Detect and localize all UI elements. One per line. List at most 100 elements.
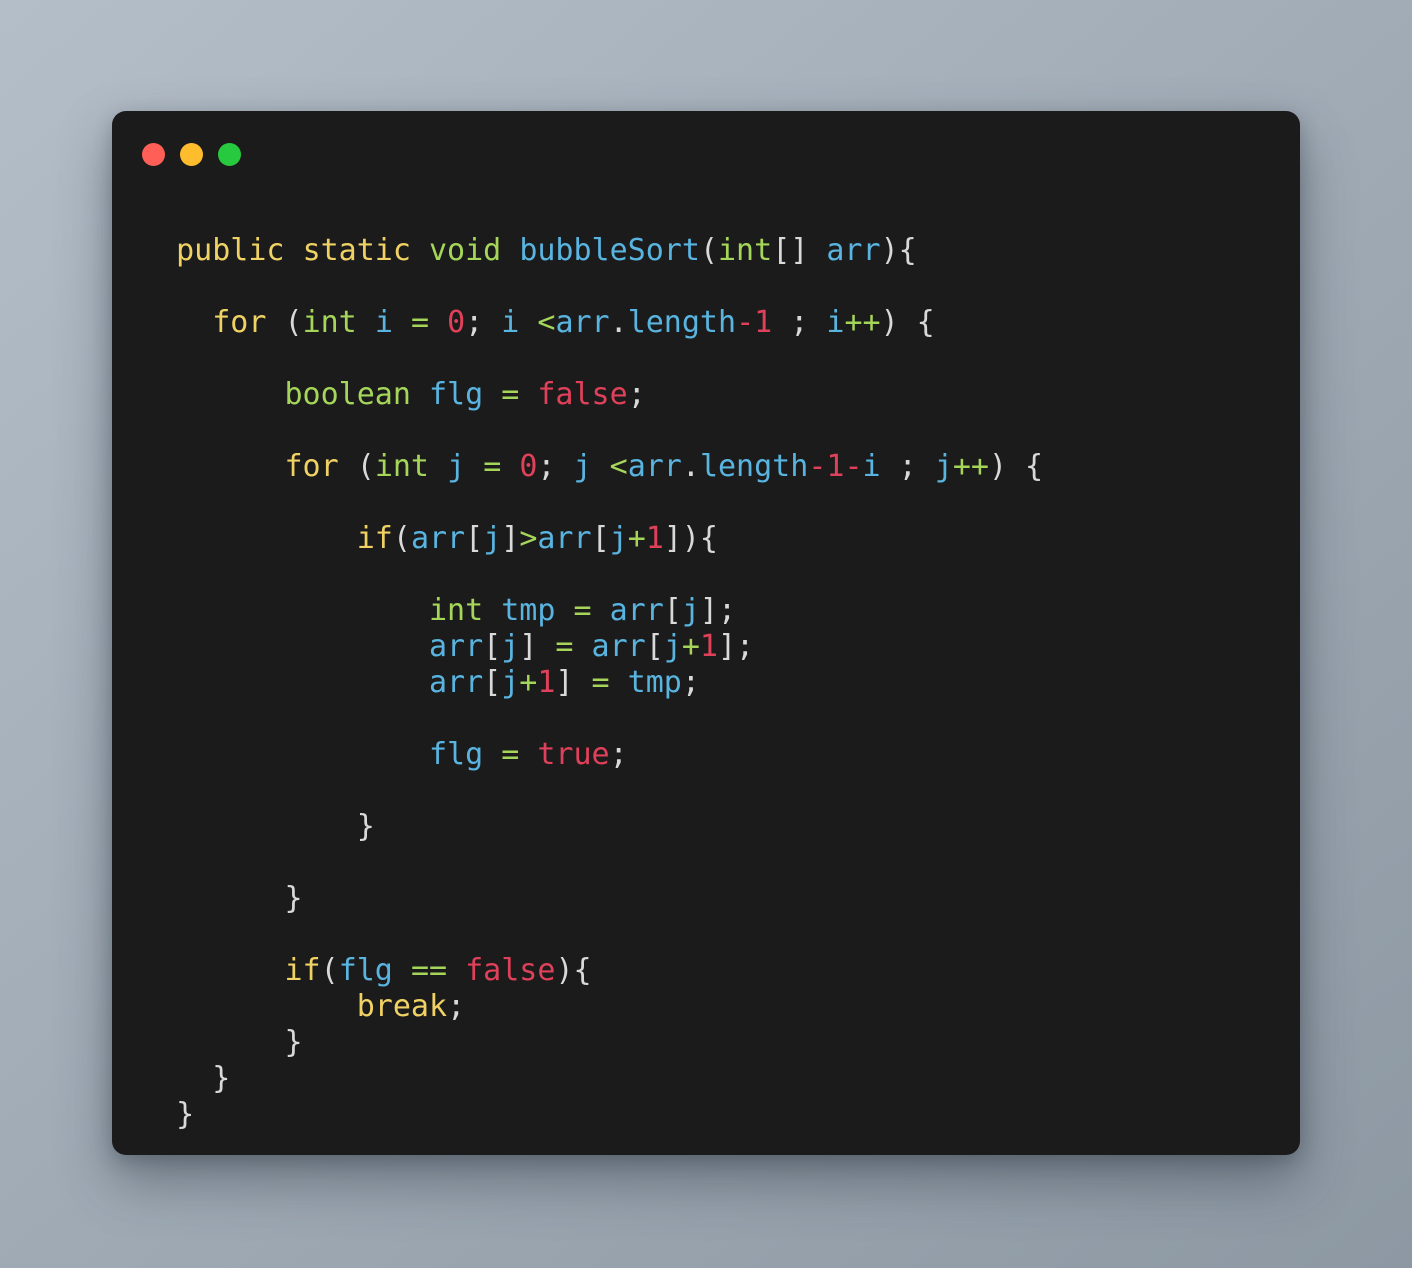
code-line-close-if-compare: } bbox=[140, 809, 1272, 845]
code-token: + bbox=[627, 521, 646, 556]
code-token: 1 bbox=[699, 629, 718, 664]
code-token: boolean bbox=[284, 377, 411, 412]
code-token: -1 bbox=[736, 305, 773, 340]
code-line-inner-for: for (int j = 0; j <arr.length-1-i ; j++)… bbox=[140, 449, 1272, 485]
code-line-close-inner-for: } bbox=[140, 881, 1272, 917]
code-token: bubbleSort bbox=[519, 233, 700, 268]
code-token: 1 bbox=[537, 665, 556, 700]
code-token: for bbox=[284, 449, 339, 484]
code-line-swap-second: arr[j+1] = tmp; bbox=[140, 665, 1272, 701]
screenshot-stage: public static void bubbleSort(int[] arr)… bbox=[0, 0, 1412, 1268]
code-line-close-outer-for: } bbox=[140, 1061, 1272, 1097]
code-token: + bbox=[519, 665, 538, 700]
code-token: j bbox=[447, 449, 466, 484]
code-token: [ bbox=[483, 629, 502, 664]
code-token: 0 bbox=[519, 449, 538, 484]
code-token: [ bbox=[483, 665, 502, 700]
code-token: } bbox=[176, 1097, 195, 1132]
code-token: j bbox=[573, 449, 592, 484]
code-token: ; bbox=[880, 449, 935, 484]
code-token: ){ bbox=[880, 233, 917, 268]
code-token: for bbox=[212, 305, 267, 340]
code-block[interactable]: public static void bubbleSort(int[] arr)… bbox=[112, 197, 1300, 1133]
code-token: ( bbox=[266, 305, 303, 340]
code-token: ){ bbox=[555, 953, 592, 988]
code-line-swap-tmp-assign: int tmp = arr[j]; bbox=[140, 593, 1272, 629]
code-token: [ bbox=[663, 593, 682, 628]
code-token: arr bbox=[826, 233, 881, 268]
code-token: arr bbox=[428, 629, 484, 664]
code-token: int bbox=[428, 593, 484, 628]
code-token: int bbox=[374, 449, 429, 484]
code-line-compare-if: if(arr[j]>arr[j+1]){ bbox=[140, 521, 1272, 557]
code-line-flag-decl: boolean flg = false; bbox=[140, 377, 1272, 413]
code-token: public bbox=[176, 233, 285, 268]
code-line-outer-for: for (int i = 0; i <arr.length-1 ; i++) { bbox=[140, 305, 1272, 341]
code-window-card: public static void bubbleSort(int[] arr)… bbox=[112, 111, 1300, 1155]
code-token: 0 bbox=[447, 305, 466, 340]
code-token: ++ bbox=[952, 449, 989, 484]
code-token: ; bbox=[609, 737, 628, 772]
code-token: [ bbox=[591, 521, 610, 556]
code-token: j bbox=[681, 593, 700, 628]
code-token: ( bbox=[392, 521, 411, 556]
code-token: i bbox=[826, 305, 845, 340]
code-token: < bbox=[609, 449, 628, 484]
code-token: > bbox=[519, 521, 538, 556]
code-token: arr bbox=[537, 521, 592, 556]
close-window-dot[interactable] bbox=[142, 143, 165, 166]
code-token: 1 bbox=[645, 521, 664, 556]
code-token: [ bbox=[465, 521, 484, 556]
code-token: ; bbox=[681, 665, 700, 700]
code-token: void bbox=[429, 233, 502, 268]
code-token: length bbox=[627, 305, 737, 340]
code-token: ; bbox=[772, 305, 827, 340]
code-line-early-exit-if: if(flg == false){ bbox=[140, 953, 1272, 989]
code-token: flg bbox=[338, 953, 393, 988]
code-line-flag-set-true: flg = true; bbox=[140, 737, 1272, 773]
maximize-window-dot[interactable] bbox=[218, 143, 241, 166]
code-token: = bbox=[501, 377, 520, 412]
code-token: . bbox=[681, 449, 700, 484]
code-token: arr bbox=[410, 521, 466, 556]
code-token: ]; bbox=[717, 629, 755, 664]
code-token: int bbox=[718, 233, 773, 268]
code-token: ; bbox=[465, 305, 502, 340]
code-token: false bbox=[465, 953, 556, 988]
code-token: false bbox=[537, 377, 628, 412]
window-titlebar bbox=[142, 143, 241, 166]
code-token: ( bbox=[338, 449, 375, 484]
code-token: arr bbox=[591, 629, 646, 664]
code-token: length bbox=[699, 449, 809, 484]
code-token: arr bbox=[555, 305, 610, 340]
code-token: ++ bbox=[844, 305, 881, 340]
code-token: = bbox=[410, 305, 429, 340]
minimize-window-dot[interactable] bbox=[180, 143, 203, 166]
code-token: } bbox=[284, 881, 303, 916]
code-token: [] bbox=[772, 233, 827, 268]
code-token: ]){ bbox=[663, 521, 718, 556]
code-token: static bbox=[302, 233, 411, 268]
code-token: i bbox=[862, 449, 881, 484]
code-token: j bbox=[609, 521, 628, 556]
